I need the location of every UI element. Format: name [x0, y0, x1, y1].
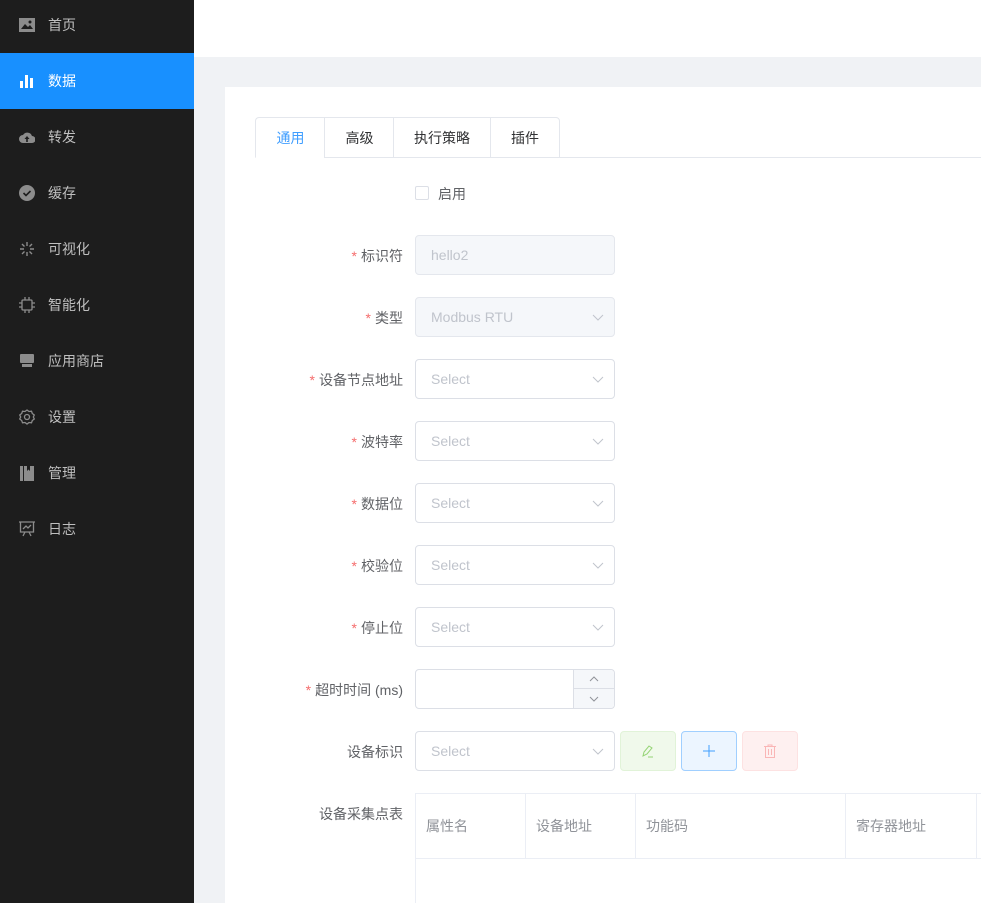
- sidebar-item-app-store[interactable]: 应用商店: [0, 333, 194, 389]
- sidebar-item-label: 日志: [48, 521, 76, 537]
- column-header: 设备地址: [526, 794, 636, 859]
- tab-plugin[interactable]: 插件: [490, 117, 560, 158]
- presentation-chart-icon: [19, 521, 35, 537]
- enable-checkbox[interactable]: [415, 186, 429, 200]
- chevron-down-icon: [592, 438, 604, 445]
- parity-select[interactable]: Select: [415, 545, 615, 585]
- trash-icon: [764, 744, 776, 758]
- sidebar-item-label: 首页: [48, 17, 76, 33]
- sidebar-item-label: 可视化: [48, 241, 90, 257]
- image-icon: [19, 17, 35, 33]
- chevron-down-icon: [592, 314, 604, 321]
- sidebar-item-settings[interactable]: 设置: [0, 389, 194, 445]
- sidebar-item-label: 缓存: [48, 185, 76, 201]
- sidebar-item-data[interactable]: 数据: [0, 53, 194, 109]
- sidebar-item-label: 转发: [48, 129, 76, 145]
- plus-icon: [703, 745, 715, 757]
- type-select[interactable]: Modbus RTU: [415, 297, 615, 337]
- stop-bits-select[interactable]: Select: [415, 607, 615, 647]
- stop-bits-label: * 停止位: [351, 620, 403, 636]
- sidebar-item-label: 应用商店: [48, 353, 104, 369]
- enable-label: 启用: [438, 186, 466, 202]
- tab-general[interactable]: 通用: [255, 117, 325, 158]
- check-circle-icon: [19, 185, 35, 201]
- baud-rate-label: * 波特率: [351, 434, 403, 450]
- shop-icon: [19, 353, 35, 369]
- gear-icon: [19, 409, 35, 425]
- chevron-down-icon: [589, 696, 599, 702]
- sidebar-item-log[interactable]: 日志: [0, 501, 194, 557]
- timeout-input[interactable]: [415, 669, 615, 709]
- edit-button[interactable]: [620, 731, 676, 771]
- parity-label: * 校验位: [351, 558, 403, 574]
- node-address-select[interactable]: Select: [415, 359, 615, 399]
- sidebar-item-label: 数据: [48, 73, 76, 89]
- chevron-down-icon: [592, 500, 604, 507]
- delete-button[interactable]: [742, 731, 798, 771]
- chip-icon: [19, 297, 35, 313]
- points-table: 属性名 设备地址 功能码 寄存器地址: [415, 793, 981, 903]
- chevron-up-icon: [589, 676, 599, 682]
- data-bits-label: * 数据位: [351, 496, 403, 512]
- id-label: * 标识符: [351, 248, 403, 264]
- bar-chart-icon: [19, 73, 35, 89]
- top-header: [194, 0, 981, 57]
- add-button[interactable]: [681, 731, 737, 771]
- chevron-down-icon: [592, 376, 604, 383]
- id-input[interactable]: hello2: [415, 235, 615, 275]
- book-icon: [19, 465, 35, 481]
- baud-rate-select[interactable]: Select: [415, 421, 615, 461]
- chevron-down-icon: [592, 562, 604, 569]
- type-label: * 类型: [365, 310, 403, 326]
- increase-button[interactable]: [573, 670, 614, 689]
- sidebar-item-cache[interactable]: 缓存: [0, 165, 194, 221]
- column-header: 功能码: [636, 794, 846, 859]
- device-id-select[interactable]: Select: [415, 731, 615, 771]
- sidebar-item-intelligence[interactable]: 智能化: [0, 277, 194, 333]
- chevron-down-icon: [592, 624, 604, 631]
- sidebar-item-label: 智能化: [48, 297, 90, 313]
- loading-icon: [19, 241, 35, 257]
- edit-icon: [642, 745, 653, 758]
- sidebar-item-label: 设置: [48, 409, 76, 425]
- decrease-button[interactable]: [573, 689, 614, 708]
- tab-advanced[interactable]: 高级: [324, 117, 394, 158]
- chevron-down-icon: [592, 748, 604, 755]
- column-header: [977, 794, 981, 859]
- points-table-label: 设备采集点表: [319, 806, 403, 822]
- device-id-label: 设备标识: [347, 744, 403, 760]
- sidebar-item-home[interactable]: 首页: [0, 0, 194, 53]
- sidebar-item-label: 管理: [48, 465, 76, 481]
- sidebar-item-manage[interactable]: 管理: [0, 445, 194, 501]
- data-bits-select[interactable]: Select: [415, 483, 615, 523]
- sidebar: 首页 数据 转发 缓存 可视化 智能化 应用商店 设置 管理 日志: [0, 0, 194, 903]
- cloud-upload-icon: [19, 129, 35, 145]
- sidebar-item-forward[interactable]: 转发: [0, 109, 194, 165]
- tab-bar: 通用 高级 执行策略 插件: [255, 117, 981, 158]
- column-header: 属性名: [416, 794, 526, 859]
- tab-strategy[interactable]: 执行策略: [393, 117, 490, 158]
- node-address-label: * 设备节点地址: [309, 372, 403, 388]
- sidebar-item-visualize[interactable]: 可视化: [0, 221, 194, 277]
- column-header: 寄存器地址: [846, 794, 977, 859]
- timeout-label: * 超时时间 (ms): [305, 682, 403, 698]
